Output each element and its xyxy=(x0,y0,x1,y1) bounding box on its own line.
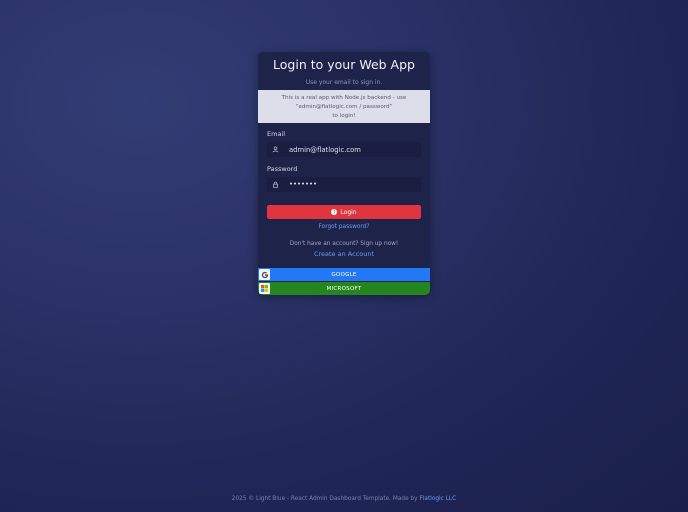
info-alert: This is a real app with Node.js backend … xyxy=(258,90,430,123)
create-account-link[interactable]: Create an Account xyxy=(258,250,430,258)
microsoft-label: MICROSOFT xyxy=(326,285,362,292)
signup-prompt: Don't have an account? Sign up now! xyxy=(289,241,399,247)
forgot-password-link[interactable]: Forgot password? xyxy=(258,224,430,230)
info-line: "admin@flatlogic.com / password" xyxy=(295,104,393,110)
info-line: This is a real app with Node.js backend … xyxy=(281,95,407,101)
login-button[interactable]: ! Login xyxy=(267,205,421,219)
page-title: Login to your Web App xyxy=(273,57,415,72)
lock-icon xyxy=(271,180,280,189)
info-line: to login! xyxy=(332,113,356,119)
login-subtitle: Use your email to sign in. xyxy=(305,79,383,86)
login-icon: ! xyxy=(331,209,338,215)
password-field[interactable]: ••••••• xyxy=(267,177,421,192)
password-label: Password xyxy=(267,165,298,173)
footer-text: 2025 © Light Blue - React Admin Dashboar… xyxy=(231,496,418,502)
email-label: Email xyxy=(267,130,286,138)
footer-link[interactable]: Flatlogic LLC xyxy=(419,496,456,502)
login-button-label: Login xyxy=(340,208,357,216)
footer: 2025 © Light Blue - React Admin Dashboar… xyxy=(0,496,688,502)
email-input[interactable]: admin@flatlogic.com xyxy=(289,146,361,154)
password-input[interactable]: ••••••• xyxy=(289,180,317,188)
microsoft-icon xyxy=(259,283,270,294)
microsoft-login-button[interactable]: MICROSOFT xyxy=(258,282,430,295)
email-field[interactable]: admin@flatlogic.com xyxy=(267,142,421,157)
google-icon xyxy=(259,269,270,280)
login-card: Login to your Web App Use your email to … xyxy=(258,52,430,295)
google-label: GOOGLE xyxy=(331,271,357,278)
google-login-button[interactable]: GOOGLE xyxy=(258,268,430,281)
user-icon xyxy=(271,145,280,154)
